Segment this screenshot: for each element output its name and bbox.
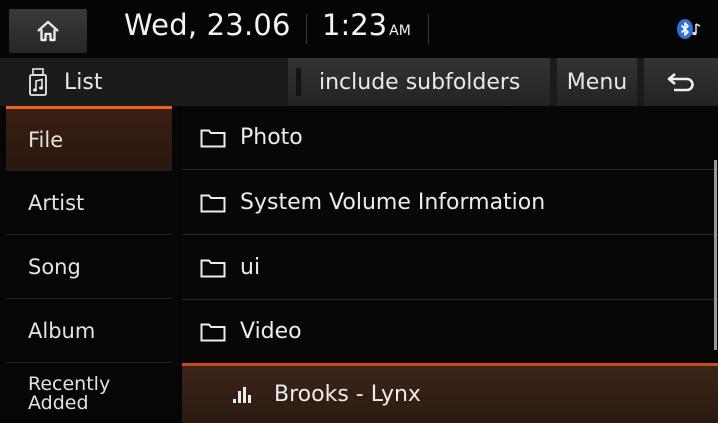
- folder-icon: [200, 321, 228, 343]
- usb-music-icon: [29, 68, 47, 96]
- subfolders-indicator: [296, 68, 301, 96]
- category-album[interactable]: Album: [6, 300, 172, 363]
- list-item[interactable]: System Volume Information: [182, 171, 718, 235]
- status-divider: [306, 14, 307, 44]
- equalizer-icon: [232, 384, 254, 406]
- category-panel: File Artist Song Album Recently Added: [0, 106, 178, 423]
- list-item[interactable]: ui: [182, 236, 718, 300]
- status-bar: Wed, 23.06 1:23 AM: [0, 0, 718, 56]
- category-recently-added-line1: Recently: [28, 372, 111, 395]
- home-button[interactable]: [9, 9, 87, 53]
- folder-icon: [200, 127, 228, 149]
- list-item[interactable]: Video: [182, 300, 718, 364]
- list-title-label: List: [64, 69, 103, 95]
- list-item-label: Video: [240, 319, 302, 344]
- time-display: 1:23: [322, 8, 388, 42]
- category-recently-added-line2: Added: [28, 391, 89, 414]
- folder-icon: [200, 257, 228, 279]
- list-item-now-playing[interactable]: Brooks - Lynx: [182, 363, 718, 423]
- file-list: Photo System Volume Information ui Video…: [182, 106, 718, 423]
- home-icon: [37, 20, 59, 42]
- bluetooth-audio-icon: [677, 19, 701, 39]
- menu-button[interactable]: Menu: [557, 58, 637, 106]
- category-song[interactable]: Song: [6, 236, 172, 299]
- include-subfolders-label: include subfolders: [319, 69, 521, 95]
- list-title: List: [28, 58, 102, 106]
- date-display: Wed, 23.06: [124, 8, 291, 42]
- back-arrow-icon: [667, 73, 694, 92]
- folder-icon: [200, 192, 228, 214]
- category-recently-added[interactable]: Recently Added: [6, 364, 172, 423]
- list-item-label: System Volume Information: [240, 190, 546, 215]
- status-divider: [428, 14, 429, 44]
- category-artist[interactable]: Artist: [6, 172, 172, 235]
- list-item[interactable]: Photo: [182, 106, 718, 170]
- bluetooth-audio-status: [676, 18, 704, 44]
- back-button[interactable]: [644, 58, 718, 106]
- list-item-label: Photo: [240, 125, 303, 150]
- scrollbar[interactable]: [714, 160, 717, 350]
- clock: 1:23 AM: [322, 8, 411, 42]
- toolbar: List include subfolders Menu: [0, 58, 718, 106]
- list-item-label: ui: [240, 255, 261, 280]
- list-item-label: Brooks - Lynx: [274, 382, 421, 407]
- category-file[interactable]: File: [6, 106, 172, 171]
- include-subfolders-button[interactable]: include subfolders: [288, 58, 550, 106]
- ampm-display: AM: [389, 23, 411, 39]
